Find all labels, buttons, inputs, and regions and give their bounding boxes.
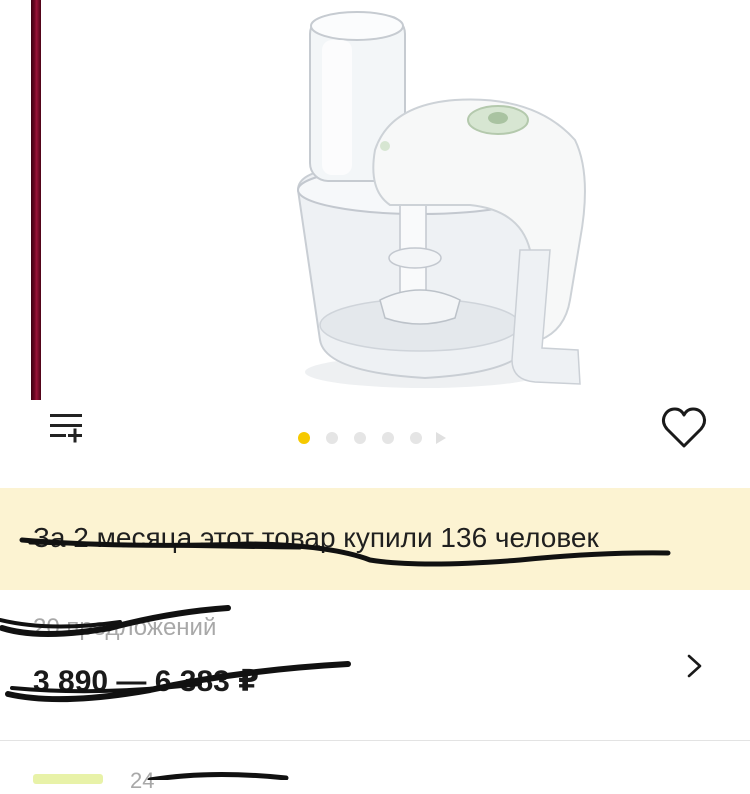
purchase-stats-text: За 2 месяца этот товар купили 136 челове… [33,522,599,553]
gallery-next-arrow-icon[interactable] [436,432,446,444]
product-gallery[interactable] [0,0,750,400]
gallery-dot-4[interactable] [382,432,394,444]
next-item-scribble [147,771,289,780]
offers-price-range: 3 890 — 6 383 ₽ [33,665,260,698]
gallery-dot-2[interactable] [326,432,338,444]
chevron-right-icon[interactable] [684,653,706,679]
previous-image-edge[interactable] [31,0,41,400]
section-divider [0,740,750,741]
offers-count: 20 предложений [33,614,217,641]
food-processor-image [296,11,586,388]
heart-outline-icon[interactable] [660,405,708,451]
gallery-dot-1[interactable] [298,432,310,444]
gallery-dot-5[interactable] [410,432,422,444]
gallery-dot-3[interactable] [354,432,366,444]
playlist-add-icon[interactable] [48,410,84,446]
next-item-text: 24 [130,768,155,793]
gallery-pagination [298,431,446,445]
next-item-badge [33,774,103,784]
